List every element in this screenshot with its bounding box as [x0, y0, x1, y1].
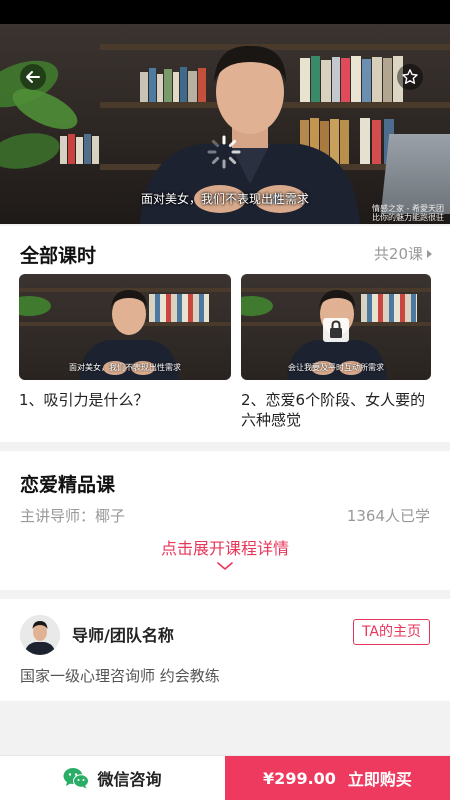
thumbnail-subtitle: 会让我要及平时互动所需求 — [288, 363, 384, 372]
lesson-count: 共20课 — [373, 245, 423, 263]
buy-now-button[interactable]: ¥299.00 立即购买 — [225, 756, 450, 800]
video-watermark: 情感之家 - 希愛天团 比你的魅力能跑很驻 — [372, 204, 444, 222]
watermark-line: 情感之家 - 希愛天团 — [372, 204, 444, 213]
section-title: 全部课时 — [20, 245, 97, 267]
thumbnail-subtitle: 面对美女，我们不表现出性需求 — [69, 363, 181, 372]
lesson-title: 1、吸引力是什么？ — [19, 391, 149, 409]
back-button[interactable] — [20, 64, 46, 90]
price: ¥299.00 — [263, 768, 336, 788]
lesson-card[interactable]: 面对美女，我们不表现出性需求 1、吸引力是什么？ — [19, 274, 231, 410]
star-icon — [402, 69, 418, 84]
teacher-name: 导师/团队名称 — [72, 626, 174, 645]
lock-icon — [323, 318, 349, 342]
wechat-consult-label: 微信咨询 — [97, 770, 162, 789]
learner-count: 1364人已学 — [346, 507, 430, 525]
chevron-down-icon[interactable] — [216, 561, 234, 571]
lesson-thumbnail: 面对美女，我们不表现出性需求 — [19, 274, 231, 380]
buy-now-label: 立即购买 — [347, 770, 412, 789]
avatar[interactable] — [20, 615, 60, 655]
arrow-left-icon — [26, 71, 40, 83]
teacher-section: 导师/团队名称 TA的主页 国家一级心理咨询师 约会教练 — [0, 599, 450, 701]
course-teacher: 主讲导师：椰子 — [20, 507, 126, 525]
lesson-title: 2、恋爱6个阶段、女人要的六种感觉 — [241, 391, 426, 429]
status-bar — [0, 0, 450, 24]
video-player[interactable]: 面对美女，我们不表现出性需求 情感之家 - 希愛天团 比你的魅力能跑很驻 — [0, 24, 450, 224]
teacher-homepage-button[interactable]: TA的主页 — [352, 619, 430, 645]
wechat-icon — [63, 768, 90, 789]
wechat-consult-button[interactable]: 微信咨询 — [0, 756, 225, 800]
caret-right-icon — [427, 249, 432, 258]
loading-spinner-icon — [207, 135, 241, 169]
lesson-count-link[interactable]: 共20课 — [374, 243, 432, 264]
lesson-card[interactable]: 会让我要及平时互动所需求 2、恋爱6个阶段、女人要的六种感觉 — [241, 274, 431, 430]
teacher-description: 国家一级心理咨询师 约会教练 — [20, 667, 220, 685]
all-lessons-section: 全部课时 共20课 面对美女，我们不表现出性需求 1、吸引力是什么？ 会让我要及… — [0, 226, 450, 442]
course-info-section: 恋爱精品课 主讲导师：椰子 1364人已学 点击展开课程详情 — [0, 451, 450, 590]
books — [60, 132, 120, 164]
plant — [0, 128, 63, 174]
course-title: 恋爱精品课 — [20, 474, 116, 496]
bottom-action-bar: 微信咨询 ¥299.00 立即购买 — [0, 755, 450, 800]
watermark-line: 比你的魅力能跑很驻 — [372, 213, 444, 222]
expand-details-link[interactable]: 点击展开课程详情 — [0, 535, 450, 559]
favorite-button[interactable] — [397, 64, 423, 90]
lesson-thumbnail: 会让我要及平时互动所需求 — [241, 274, 431, 380]
